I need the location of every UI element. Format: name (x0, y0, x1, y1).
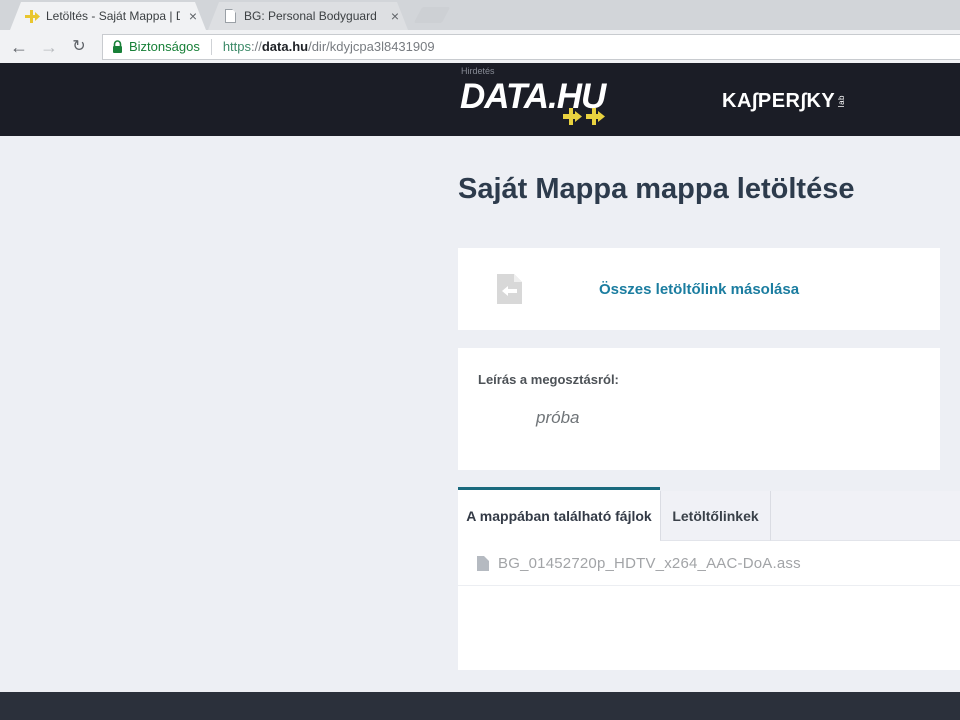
reload-button[interactable]: ↻ (64, 32, 94, 62)
new-tab-button[interactable] (414, 7, 451, 23)
url-text: https://data.hu/dir/kdyjcpa3l8431909 (223, 39, 435, 54)
file-name: BG_01452720p_HDTV_x264_AAC-DoA.ass (498, 555, 801, 572)
browser-tab-datahu[interactable]: Letöltés - Saját Mappa | D × (10, 2, 206, 30)
kaspersky-logo[interactable]: KA∫PER∫KY lab (722, 90, 846, 113)
file-row[interactable]: BG_01452720p_HDTV_x264_AAC-DoA.ass (458, 541, 960, 586)
description-card: Leírás a megosztásról: próba (458, 348, 940, 470)
file-icon (477, 556, 489, 571)
page-title: Saját Mappa mappa letöltése (458, 173, 854, 206)
tab-strip: Letöltés - Saját Mappa | D × BG: Persona… (0, 0, 960, 30)
tab-download-links[interactable]: Letöltőlinkek (660, 491, 771, 541)
copy-all-links-link[interactable]: Összes letöltőlink másolása (599, 281, 799, 298)
close-icon[interactable]: × (388, 8, 402, 24)
back-button[interactable]: ← (4, 32, 34, 62)
kaspersky-lab-mark: lab (837, 95, 846, 107)
datahu-favicon-icon (24, 8, 40, 24)
datahu-logo-arrows-icon (563, 107, 605, 126)
omnibox-divider (211, 39, 212, 55)
copy-document-icon (497, 274, 522, 304)
url-path: /dir/kdyjcpa3l8431909 (308, 39, 434, 54)
url-host: data.hu (262, 39, 308, 54)
tab-folder-files[interactable]: A mappában található fájlok (458, 487, 660, 541)
ad-label: Hirdetés (461, 66, 495, 76)
description-label: Leírás a megosztásról: (478, 372, 619, 387)
close-icon[interactable]: × (186, 8, 200, 24)
tab-strip-filler (771, 491, 960, 541)
browser-tab-bodyguard[interactable]: BG: Personal Bodyguard × (208, 2, 408, 30)
tab-title: BG: Personal Bodyguard (244, 9, 382, 23)
copy-links-card: Összes letöltőlink másolása (458, 248, 940, 330)
main-content: Saját Mappa mappa letöltése Összes letöl… (458, 137, 960, 692)
address-bar[interactable]: Biztonságos https://data.hu/dir/kdyjcpa3… (102, 34, 960, 60)
page-footer (0, 692, 960, 720)
file-tabs: A mappában található fájlok Letöltőlinke… (458, 487, 960, 541)
url-scheme: https (223, 39, 251, 54)
forward-button: → (34, 32, 64, 62)
site-header-banner: Hirdetés DATA.HU KA∫PER∫KY lab (0, 63, 960, 136)
browser-chrome: Letöltés - Saját Mappa | D × BG: Persona… (0, 0, 960, 63)
browser-toolbar: ← → ↻ Biztonságos https://data.hu/dir/kd… (0, 30, 960, 63)
url-separator: :// (251, 39, 262, 54)
description-value: próba (536, 408, 579, 428)
files-panel: BG_01452720p_HDTV_x264_AAC-DoA.ass (458, 541, 960, 670)
security-badge: Biztonságos (129, 39, 200, 54)
kaspersky-wordmark: KA∫PER∫KY (722, 90, 835, 113)
lock-icon (112, 40, 123, 54)
tab-title: Letöltés - Saját Mappa | D (46, 9, 180, 23)
page-favicon-icon (222, 8, 238, 24)
